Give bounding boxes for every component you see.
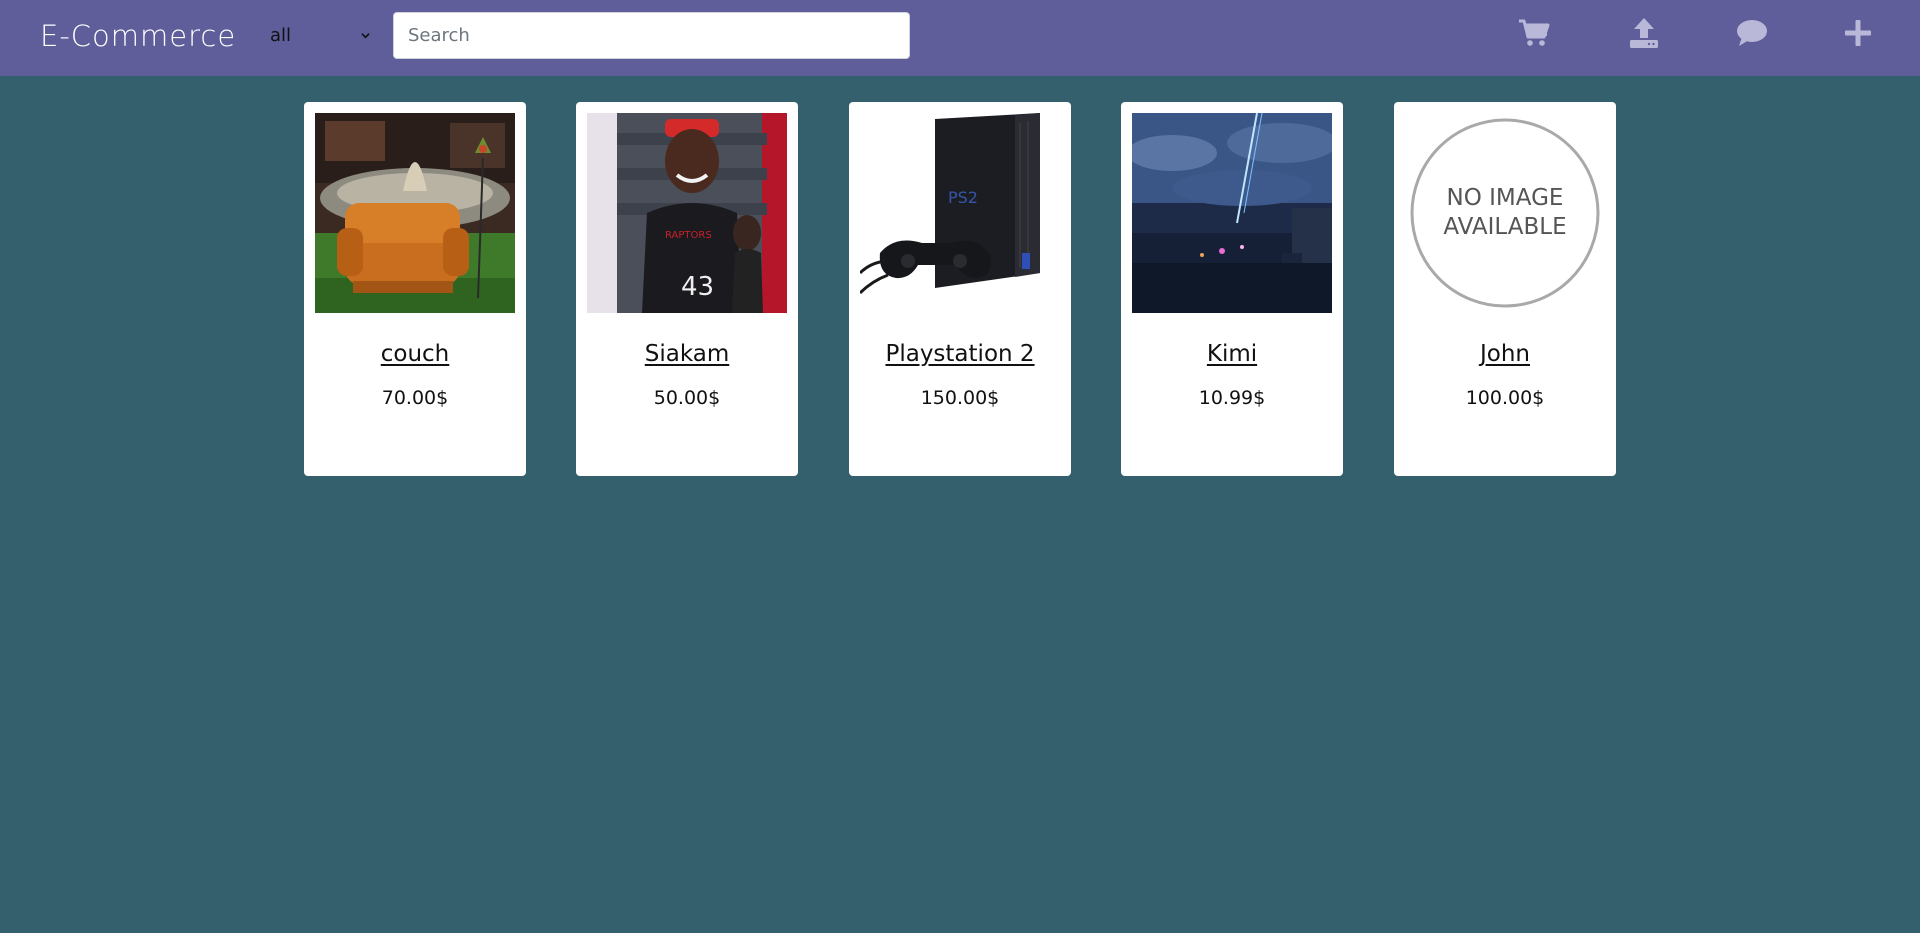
no-image-text-line1: NO IMAGE [1447,185,1564,211]
product-card[interactable]: 43 RAPTORS Siakam 50.00$ [576,102,798,476]
svg-text:PS2: PS2 [948,188,978,207]
product-card[interactable]: Kimi 10.99$ [1121,102,1343,476]
product-card[interactable]: NO IMAGE AVAILABLE John 100.00$ [1394,102,1616,476]
top-navbar: E-Commerce all [0,0,1920,76]
product-title-link[interactable]: John [1394,335,1616,373]
product-title-link[interactable]: Siakam [576,335,798,373]
product-card[interactable]: PS2 Playstation 2 150.00$ [849,102,1071,476]
chat-icon[interactable] [1735,16,1769,50]
svg-text:RAPTORS: RAPTORS [665,230,712,241]
brand-logo[interactable]: E-Commerce [40,18,236,54]
svg-text:43: 43 [681,272,714,302]
plus-icon[interactable] [1841,16,1875,50]
category-select-value: all [270,25,292,46]
category-select[interactable]: all [262,20,378,52]
product-title-link[interactable]: couch [304,335,526,373]
product-title-link[interactable]: Playstation 2 [849,335,1071,373]
product-price: 100.00$ [1465,387,1545,409]
product-image[interactable] [1132,113,1332,313]
chevron-down-icon [361,33,370,39]
no-image-placeholder[interactable]: NO IMAGE AVAILABLE [1405,113,1605,313]
no-image-text-line2: AVAILABLE [1443,214,1566,240]
product-price: 150.00$ [920,387,1000,409]
cart-icon[interactable] [1517,16,1551,50]
product-card[interactable]: couch 70.00$ [304,102,526,476]
search-input[interactable] [393,12,910,59]
product-image[interactable] [315,113,515,313]
product-price: 70.00$ [381,387,449,409]
product-price: 10.99$ [1198,387,1266,409]
product-image[interactable]: 43 RAPTORS [587,113,787,313]
product-image[interactable]: PS2 [860,113,1060,313]
product-title-link[interactable]: Kimi [1121,335,1343,373]
upload-icon[interactable] [1627,16,1661,50]
product-price: 50.00$ [653,387,721,409]
